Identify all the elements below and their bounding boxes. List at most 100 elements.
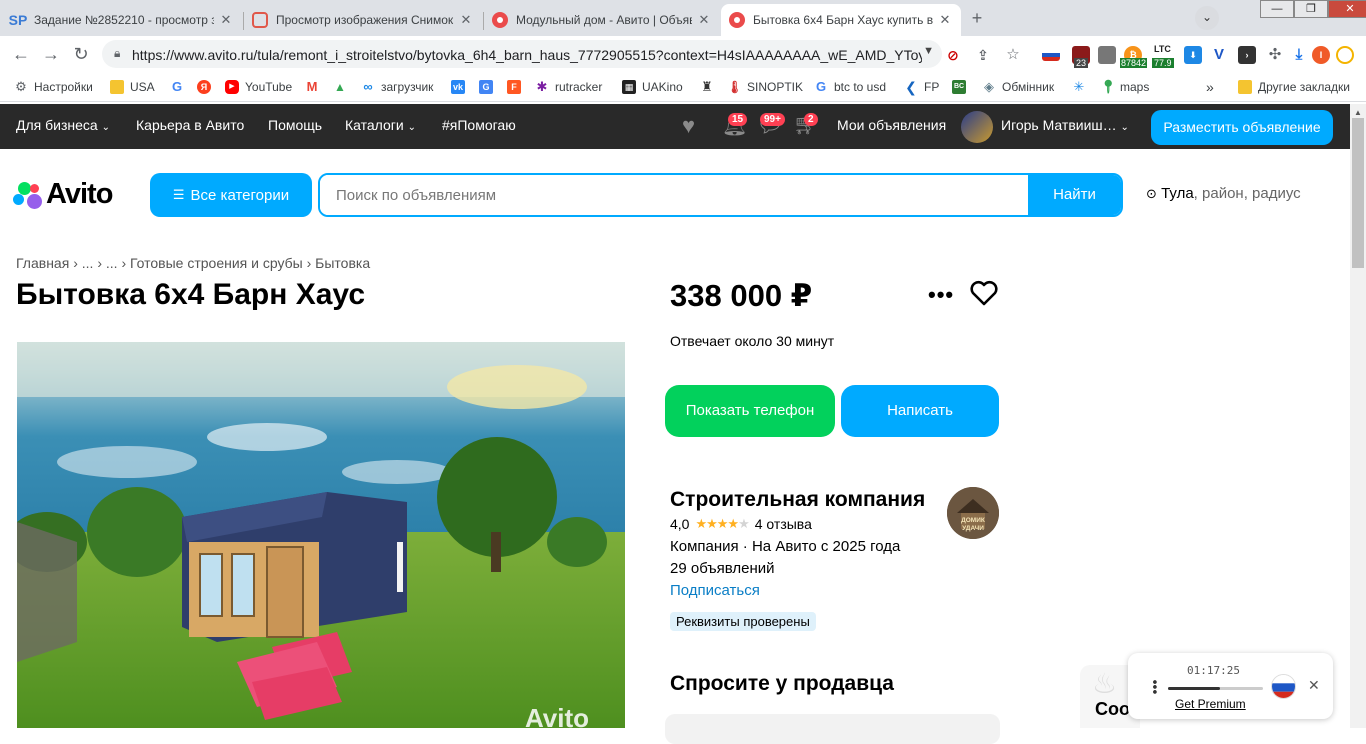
avito-logo-text: Avito [46,178,113,210]
extension-briefcase-icon[interactable] [1098,46,1116,64]
breadcrumb-cabin[interactable]: Бытовка [315,255,370,271]
download-helper-icon[interactable]: ⬇ [1184,46,1202,64]
tab-close-icon[interactable]: ✕ [458,12,474,28]
share-icon[interactable]: ⇪ [974,46,992,64]
breadcrumb-ellipsis[interactable]: ... [106,255,118,271]
bookmark-gmail[interactable]: M [305,79,325,95]
extension-v-icon[interactable]: V [1210,46,1228,64]
search-button[interactable]: Найти [1028,175,1121,215]
bookmark-maps[interactable]: 📍︎ maps [1100,79,1149,95]
downloads-icon[interactable]: ⤓ [1290,46,1308,64]
bookmark-drive[interactable]: ▲ [333,79,353,95]
camera-blocked-icon[interactable]: ⊘ [944,46,962,64]
nav-my-ads[interactable]: Мои объявления [837,117,946,133]
bookmark-btc-to-usd[interactable]: Gbtc to usd [814,79,886,95]
browser-tab-1[interactable]: SP Задание №2852210 - просмотр з ✕ [2,4,242,36]
tab-close-icon[interactable]: ✕ [218,12,234,28]
dropdown-arrow-icon[interactable]: ▼ [923,45,934,57]
tab-close-icon[interactable]: ✕ [937,12,953,28]
scroll-up-arrow-icon[interactable]: ▲ [1354,108,1362,117]
scrollbar-thumb[interactable] [1352,118,1364,268]
location-selector[interactable]: ⊙ Тула, район, радиус [1146,185,1301,202]
listing-photo[interactable]: Avito [17,342,625,728]
bookmark-google[interactable]: G [170,79,190,95]
url-text[interactable]: https://www.avito.ru/tula/remont_i_stroi… [132,47,922,63]
breadcrumb-home[interactable]: Главная [16,255,69,271]
ask-seller-box[interactable] [665,714,1000,744]
favorites-heart-icon[interactable]: ♥ [682,113,695,139]
breadcrumb-ellipsis[interactable]: ... [82,255,94,271]
page-scrollbar[interactable]: ▲ [1350,104,1366,728]
maximize-button[interactable]: ❐ [1294,0,1328,18]
seller-rating[interactable]: 4,0 ★★★★★ 4 отзыва [670,516,812,532]
minimize-button[interactable]: — [1260,0,1294,18]
reload-button[interactable]: ↻ [70,44,92,64]
bookmark-fp[interactable]: ❮ FP [904,79,939,95]
place-ad-button[interactable]: Разместить объявление [1151,110,1333,145]
thermometer-icon: 🌡︎ [727,80,743,94]
nav-user-menu[interactable]: Игорь Матвииш… ⌄ [1001,117,1129,133]
write-message-button[interactable]: Написать [841,385,999,437]
user-avatar[interactable] [961,111,993,143]
gmail-icon: M [306,79,318,94]
bookmark-rutracker[interactable]: ✱ rutracker [535,79,603,95]
widget-close-icon[interactable]: ✕ [1308,677,1320,694]
tab-search-chevron-icon[interactable]: ⌄ [1195,6,1219,30]
russia-flag-icon[interactable] [1271,674,1296,699]
extensions-puzzle-icon[interactable]: ✣ [1266,46,1284,64]
browser-tab-3[interactable]: Модульный дом - Авито | Объявл ✕ [484,4,720,36]
favorite-heart-icon[interactable] [970,280,998,311]
profile-avatar[interactable]: I [1312,46,1330,64]
nav-catalogs[interactable]: Каталоги ⌄ [345,117,416,133]
lock-icon[interactable]: 🔒︎ [114,46,120,61]
bookmark-yandex[interactable]: Я [197,79,217,95]
bookmark-exchanger[interactable]: ◈ Обмінник [982,79,1054,95]
avito-logo[interactable]: Avito [10,178,113,211]
bookmark-loader[interactable]: ∞ загрузчик [361,79,433,95]
show-phone-button[interactable]: Показать телефон [665,385,835,437]
bookmark-starburst[interactable]: ✳ [1072,79,1092,95]
breadcrumb-ready-buildings[interactable]: Готовые строения и срубы [130,255,303,271]
more-options-icon[interactable]: ••• [928,282,954,308]
omnibox[interactable]: 🔒︎ https://www.avito.ru/tula/remont_i_st… [102,40,942,68]
avito-favicon-icon [729,12,745,28]
tab-close-icon[interactable]: ✕ [696,12,712,28]
bookmark-translate[interactable]: G [479,79,499,95]
new-tab-button[interactable]: + [966,9,988,29]
reviews-count[interactable]: 4 отзыва [755,516,812,532]
forward-button[interactable]: → [40,44,62,64]
subscribe-link[interactable]: Подписаться [670,582,760,599]
nav-help[interactable]: Помощь [268,117,322,133]
browser-tab-4-active[interactable]: Бытовка 6х4 Барн Хаус купить в Т ✕ [721,4,961,36]
bookmark-uakino[interactable]: ▦ UAKino [622,79,683,95]
bookmark-settings[interactable]: ⚙ Настройки [14,79,93,95]
bookmark-youtube[interactable]: ▶ YouTube [225,79,292,95]
other-bookmarks[interactable]: Другие закладки [1238,79,1350,95]
seller-name[interactable]: Строительная компания [670,488,925,512]
seller-avatar[interactable]: ДОМИК УДАЧИ [947,487,999,539]
get-premium-link[interactable]: Get Premium [1175,697,1246,711]
seller-ads-count[interactable]: 29 объявлений [670,560,775,577]
nav-help-tag[interactable]: #яПомогаю [442,117,516,133]
bookmarks-overflow-button[interactable]: » [1206,79,1214,95]
browser-tab-2[interactable]: Просмотр изображения Снимок ✕ [244,4,482,36]
bookmark-usa[interactable]: USA [110,79,155,95]
bookmark-star-icon[interactable]: ☆ [1004,46,1022,64]
widget-menu-icon[interactable]: ••• [1147,680,1163,695]
nav-career[interactable]: Карьера в Авито [136,117,244,133]
bookmark-sinoptik[interactable]: 🌡︎ SINOPTIK [727,79,803,95]
extension-arrow-icon[interactable]: › [1238,46,1256,64]
bookmark-unnamed[interactable]: ♜ [700,79,720,95]
bookmark-vk[interactable]: vk [451,79,471,95]
bookmark-bc[interactable]: BC [952,79,972,95]
chrome-menu-icon[interactable] [1336,46,1354,64]
avito-logo-dots-icon [10,180,46,210]
svg-text:УДАЧИ: УДАЧИ [962,525,984,532]
close-window-button[interactable]: ✕ [1328,0,1366,18]
back-button[interactable]: ← [10,44,32,64]
search-input[interactable] [320,175,1030,215]
all-categories-button[interactable]: ☰ Все категории [150,173,312,217]
nav-business[interactable]: Для бизнеса ⌄ [16,117,110,133]
bookmark-f[interactable]: F [507,79,527,95]
ru-flag-icon[interactable] [1042,49,1060,61]
